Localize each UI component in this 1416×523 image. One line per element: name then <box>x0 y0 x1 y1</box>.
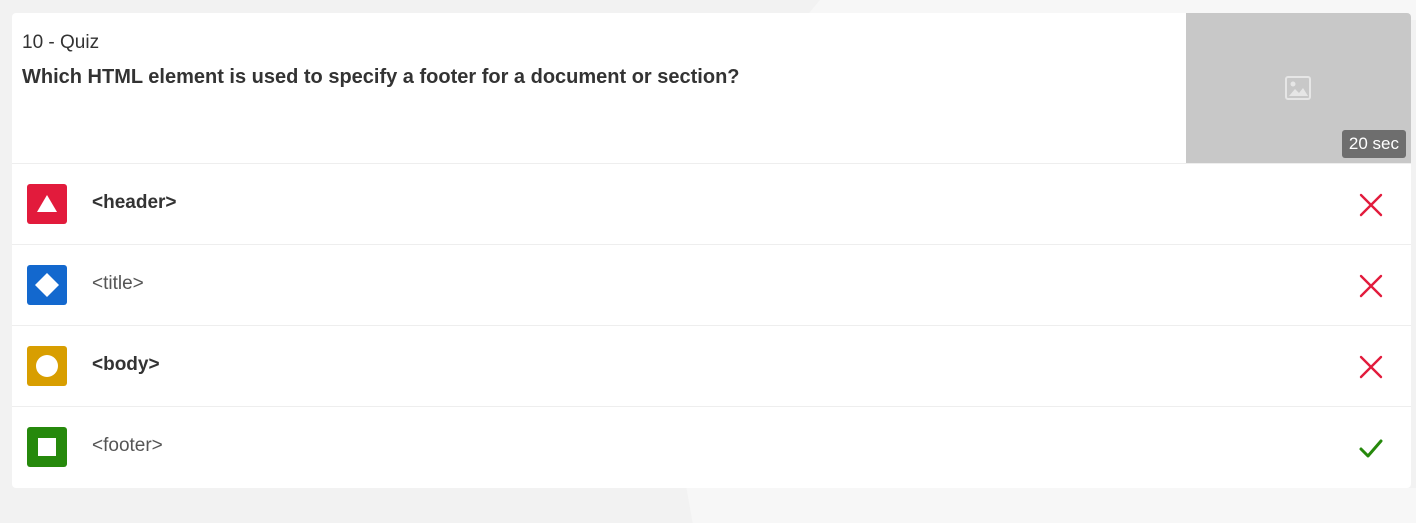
answer-shape-tile <box>27 427 67 467</box>
question-number-type: 10 - Quiz <box>22 32 100 53</box>
image-placeholder-icon <box>1285 76 1311 100</box>
circle-icon <box>36 355 58 377</box>
incorrect-x-icon <box>1359 193 1383 217</box>
incorrect-x-icon <box>1359 274 1383 298</box>
square-icon <box>38 438 56 456</box>
question-media[interactable]: 20 sec <box>1186 13 1411 163</box>
answer-row: <title> <box>12 245 1411 326</box>
answer-shape-tile <box>27 184 67 224</box>
answer-label: <footer> <box>92 435 163 456</box>
answer-shape-tile <box>27 265 67 305</box>
answer-label: <header> <box>92 192 177 213</box>
incorrect-x-icon <box>1359 355 1383 379</box>
diamond-icon <box>35 273 59 297</box>
answer-row: <footer> <box>12 407 1411 487</box>
answer-row: <header> <box>12 164 1411 245</box>
answer-label: <body> <box>92 354 160 375</box>
answer-shape-tile <box>27 346 67 386</box>
question-header: 10 - Quiz Which HTML element is used to … <box>12 13 1411 164</box>
answer-label: <title> <box>92 273 144 294</box>
time-limit-badge: 20 sec <box>1341 130 1406 158</box>
correct-check-icon <box>1359 439 1383 458</box>
triangle-icon <box>37 195 57 212</box>
background-shape <box>686 488 1416 523</box>
question-text: Which HTML element is used to specify a … <box>22 66 740 88</box>
question-card: 10 - Quiz Which HTML element is used to … <box>12 13 1411 488</box>
answer-row: <body> <box>12 326 1411 407</box>
